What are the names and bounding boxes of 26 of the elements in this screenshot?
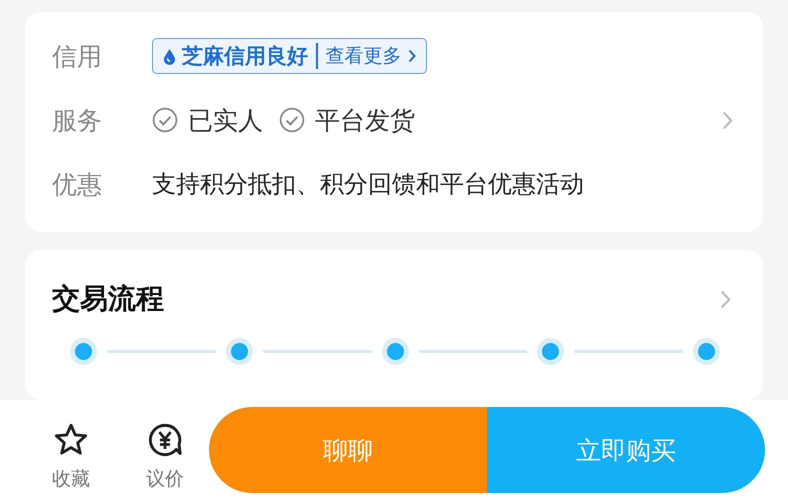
- action-button[interactable]: 收藏: [48, 422, 94, 492]
- step-dot: [70, 338, 97, 365]
- service-tag: 平台发货: [315, 104, 415, 136]
- step-dot: [382, 338, 408, 365]
- action-button[interactable]: 议价: [142, 422, 188, 492]
- view-more-link[interactable]: 查看更多: [326, 43, 402, 69]
- step-dot: [693, 338, 720, 365]
- chevron-icon[interactable]: [720, 290, 731, 308]
- chevron-icon: [408, 49, 416, 63]
- check-circle-icon: [152, 107, 178, 133]
- check-circle-icon: [279, 107, 305, 133]
- credit-badge[interactable]: 芝麻信用良好 查看更多: [152, 38, 426, 74]
- credit-rating: 芝麻信用良好: [182, 43, 308, 70]
- section-title: 交易流程: [52, 281, 164, 317]
- buy-button[interactable]: 立即购买: [487, 407, 765, 493]
- row-label: 服务: [52, 104, 103, 136]
- step-dot: [226, 338, 253, 365]
- chevron-icon[interactable]: [722, 110, 733, 130]
- chat-button[interactable]: 聊聊: [209, 407, 487, 493]
- row-label: 优惠: [52, 168, 103, 200]
- step-dot: [537, 338, 564, 365]
- promotion-text: 支持积分抵扣、积分回馈和平台优惠活动: [152, 169, 584, 200]
- drop-icon: [163, 48, 176, 64]
- service-tag: 已实人: [188, 104, 263, 136]
- row-label: 信用: [52, 40, 103, 72]
- yen-bubble-icon: [147, 422, 183, 458]
